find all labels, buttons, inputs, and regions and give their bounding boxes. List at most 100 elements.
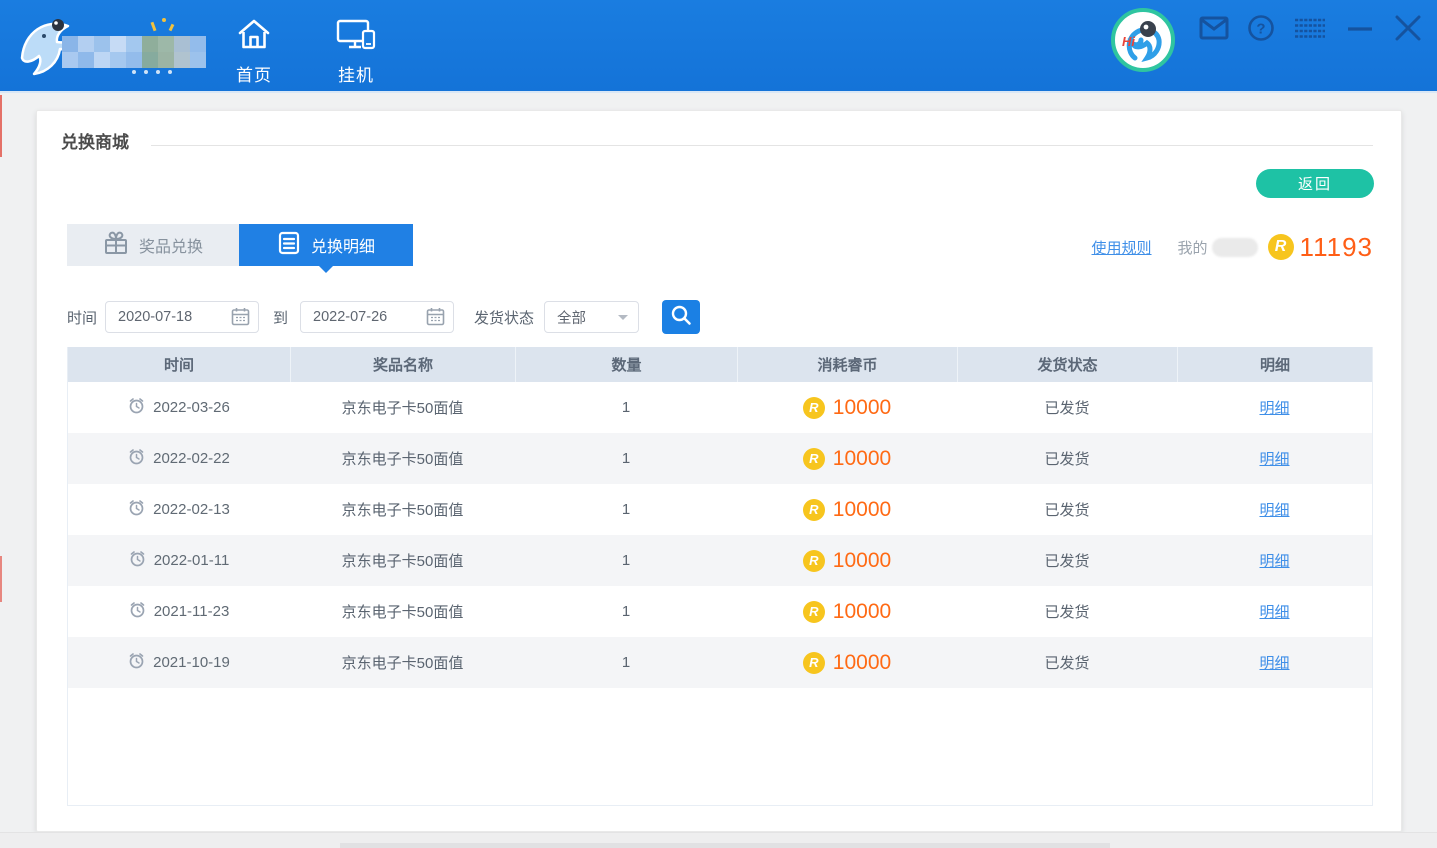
page-title: 兑换商城 [61,128,129,153]
table-body: 2022-03-26 京东电子卡50面值 1 R 10000 已发货 明细 20… [68,382,1372,688]
clock-icon [128,499,145,520]
calendar-icon[interactable] [426,307,445,331]
detail-link[interactable]: 明细 [1259,550,1289,571]
tab-exchange-details[interactable]: 兑换明细 [239,224,413,266]
svg-text:?: ? [1256,21,1265,38]
usage-rules-link[interactable]: 使用规则 [1092,237,1152,258]
detail-link[interactable]: 明细 [1259,397,1289,418]
user-avatar[interactable]: Hi [1111,8,1175,72]
row-prize: 京东电子卡50面值 [290,382,515,433]
calendar-icon[interactable] [231,307,250,331]
tab-prize-exchange-label: 奖品兑换 [139,233,203,257]
search-icon [670,304,692,331]
content-card: 兑换商城 返回 奖品兑换 [36,110,1402,832]
chevron-down-icon [618,315,628,325]
coin-icon: R [803,652,825,674]
date-to-field[interactable] [300,301,454,333]
row-prize: 京东电子卡50面值 [290,433,515,484]
nav-item-idle[interactable]: 挂机 [324,0,388,93]
detail-link[interactable]: 明细 [1259,601,1289,622]
tab-prize-exchange[interactable]: 奖品兑换 [67,224,239,266]
sparkle-icon [151,22,157,31]
row-cost: 10000 [833,447,891,471]
back-button[interactable]: 返回 [1256,169,1374,198]
list-icon [277,231,301,260]
app-window: 首页 挂机 Hi [0,0,1437,848]
row-status: 已发货 [957,382,1177,433]
clock-icon [128,397,145,418]
coin-icon: R [803,499,825,521]
row-prize: 京东电子卡50面值 [290,586,515,637]
search-button[interactable] [662,300,700,334]
row-cost: 10000 [833,549,891,573]
tab-bar: 奖品兑换 兑换明细 [67,224,413,266]
col-header-status: 发货状态 [957,347,1177,382]
row-cost: 10000 [833,396,891,420]
nav-idle-label: 挂机 [338,61,374,86]
table-row: 2022-01-11 京东电子卡50面值 1 R 10000 已发货 明细 [68,535,1372,586]
mail-icon[interactable] [1199,16,1229,40]
clock-icon [129,601,146,622]
status-select-value: 全部 [557,307,586,328]
row-date: 2022-02-13 [153,501,230,518]
coin-balance: 11193 [1300,232,1373,263]
detail-link[interactable]: 明细 [1259,499,1289,520]
row-prize: 京东电子卡50面值 [290,535,515,586]
help-icon[interactable]: ? [1247,14,1275,42]
col-header-prize: 奖品名称 [290,347,515,382]
sparkle-icon [162,18,166,22]
monitor-phone-icon [335,18,377,55]
row-cost: 10000 [833,498,891,522]
close-icon[interactable] [1393,14,1423,42]
nav-item-home[interactable]: 首页 [222,0,286,93]
coin-icon: R [803,397,825,419]
my-label: 我的 [1178,237,1208,258]
detail-link[interactable]: 明细 [1259,448,1289,469]
row-status: 已发货 [957,586,1177,637]
row-date: 2021-10-19 [153,654,230,671]
menu-icon[interactable] [1293,16,1327,40]
col-header-time: 时间 [68,347,290,382]
row-cost: 10000 [833,600,891,624]
row-prize: 京东电子卡50面值 [290,637,515,688]
date-from-field[interactable] [105,301,259,333]
row-date: 2022-01-11 [154,552,230,569]
tab-exchange-details-label: 兑换明细 [311,233,375,257]
row-qty: 1 [515,535,737,586]
title-divider [151,145,1373,146]
background-artifact [0,556,2,602]
background-artifact [0,95,2,157]
row-status: 已发货 [957,484,1177,535]
exchange-table: 时间 奖品名称 数量 消耗睿币 发货状态 明细 2022-03-26 京东电子卡… [67,347,1373,806]
svg-text:Hi: Hi [1122,34,1135,49]
row-qty: 1 [515,586,737,637]
row-qty: 1 [515,433,737,484]
status-select[interactable]: 全部 [544,301,639,333]
detail-link[interactable]: 明细 [1259,652,1289,673]
row-prize: 京东电子卡50面值 [290,484,515,535]
filter-bar: 时间 到 [67,300,700,334]
row-qty: 1 [515,484,737,535]
table-row: 2022-02-22 京东电子卡50面值 1 R 10000 已发货 明细 [68,433,1372,484]
table-row: 2021-10-19 京东电子卡50面值 1 R 10000 已发货 明细 [68,637,1372,688]
coin-icon: R [803,448,825,470]
sparkle-icon [169,24,175,32]
clock-icon [128,448,145,469]
table-row: 2022-03-26 京东电子卡50面值 1 R 10000 已发货 明细 [68,382,1372,433]
row-date: 2022-03-26 [153,399,230,416]
row-date: 2021-11-23 [154,603,230,620]
gift-icon [103,230,129,261]
row-qty: 1 [515,382,737,433]
minimize-icon[interactable] [1345,16,1375,40]
coin-icon: R [803,550,825,572]
col-header-detail: 明细 [1177,347,1372,382]
background-bar [340,843,1110,848]
logo-dots [132,70,172,74]
row-cost: 10000 [833,651,891,675]
table-row: 2021-11-23 京东电子卡50面值 1 R 10000 已发货 明细 [68,586,1372,637]
titlebar: 首页 挂机 Hi [0,0,1437,93]
row-qty: 1 [515,637,737,688]
clock-icon [129,550,146,571]
table-row: 2022-02-13 京东电子卡50面值 1 R 10000 已发货 明细 [68,484,1372,535]
col-header-qty: 数量 [515,347,737,382]
